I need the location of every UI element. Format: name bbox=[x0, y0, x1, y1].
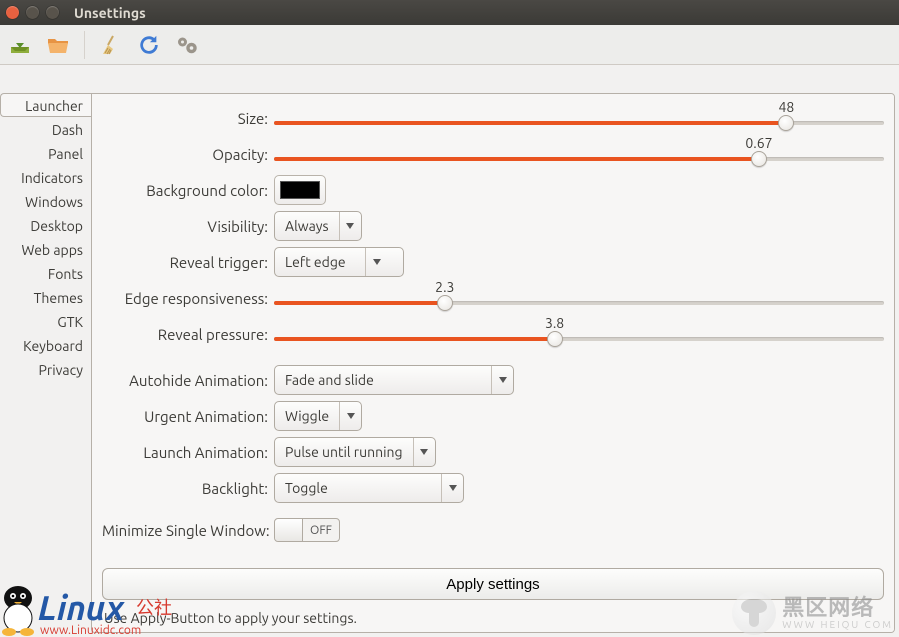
launch-anim-label: Launch Animation: bbox=[102, 444, 274, 461]
opacity-label: Opacity: bbox=[102, 146, 274, 163]
tab-desktop[interactable]: Desktop bbox=[0, 213, 91, 237]
close-icon[interactable] bbox=[6, 6, 19, 19]
urgent-anim-label: Urgent Animation: bbox=[102, 408, 274, 425]
tab-panel[interactable]: Panel bbox=[0, 141, 91, 165]
backlight-label: Backlight: bbox=[102, 480, 274, 497]
opacity-slider[interactable]: 0.67 bbox=[274, 137, 884, 171]
refresh-icon[interactable] bbox=[137, 33, 161, 57]
chevron-down-icon bbox=[491, 366, 513, 394]
backlight-combo[interactable]: Toggle bbox=[274, 473, 464, 503]
tab-fonts[interactable]: Fonts bbox=[0, 261, 91, 285]
toolbar bbox=[0, 25, 899, 65]
reveal-trigger-value: Left edge bbox=[275, 248, 365, 276]
settings-panel: Size: 48 Opacity: bbox=[91, 93, 895, 633]
tab-dash[interactable]: Dash bbox=[0, 117, 91, 141]
reveal-pressure-slider[interactable]: 3.8 bbox=[274, 317, 884, 351]
autohide-anim-label: Autohide Animation: bbox=[102, 372, 274, 389]
size-value: 48 bbox=[778, 99, 794, 115]
minimize-single-label: Minimize Single Window: bbox=[102, 522, 274, 539]
visibility-value: Always bbox=[275, 212, 339, 240]
bgcolor-button[interactable] bbox=[274, 175, 326, 205]
launch-anim-value: Pulse until running bbox=[275, 438, 413, 466]
chevron-down-icon bbox=[441, 474, 463, 502]
visibility-label: Visibility: bbox=[102, 218, 274, 235]
opacity-value: 0.67 bbox=[745, 135, 772, 151]
launch-anim-combo[interactable]: Pulse until running bbox=[274, 437, 436, 467]
bgcolor-swatch bbox=[280, 181, 320, 199]
folder-open-icon[interactable] bbox=[46, 33, 70, 57]
edge-resp-value: 2.3 bbox=[435, 279, 454, 295]
minimize-single-toggle[interactable]: OFF bbox=[274, 518, 340, 542]
minimize-single-value: OFF bbox=[303, 524, 339, 537]
chevron-down-icon bbox=[339, 402, 361, 430]
urgent-anim-value: Wiggle bbox=[275, 402, 339, 430]
reveal-trigger-label: Reveal trigger: bbox=[102, 254, 274, 271]
window-title: Unsettings bbox=[74, 5, 146, 21]
tab-themes[interactable]: Themes bbox=[0, 285, 91, 309]
edge-resp-label: Edge responsiveness: bbox=[102, 290, 274, 307]
urgent-anim-combo[interactable]: Wiggle bbox=[274, 401, 362, 431]
tab-indicators[interactable]: Indicators bbox=[0, 165, 91, 189]
edge-resp-slider[interactable]: 2.3 bbox=[274, 281, 884, 315]
tab-windows[interactable]: Windows bbox=[0, 189, 91, 213]
toolbar-separator bbox=[84, 31, 85, 59]
apply-settings-button[interactable]: Apply settings bbox=[102, 568, 884, 600]
footer-hint: Use Apply-Button to apply your settings. bbox=[102, 610, 884, 626]
tab-privacy[interactable]: Privacy bbox=[0, 357, 91, 381]
size-label: Size: bbox=[102, 110, 274, 127]
autohide-anim-combo[interactable]: Fade and slide bbox=[274, 365, 514, 395]
tab-web-apps[interactable]: Web apps bbox=[0, 237, 91, 261]
tab-keyboard[interactable]: Keyboard bbox=[0, 333, 91, 357]
broom-icon[interactable] bbox=[99, 33, 123, 57]
size-slider[interactable]: 48 bbox=[274, 101, 884, 135]
chevron-down-icon bbox=[365, 248, 387, 276]
backlight-value: Toggle bbox=[275, 474, 441, 502]
chevron-down-icon bbox=[413, 438, 435, 466]
minimize-icon[interactable] bbox=[26, 6, 39, 19]
sidebar: Launcher Dash Panel Indicators Windows D… bbox=[0, 65, 91, 637]
reveal-pressure-value: 3.8 bbox=[545, 315, 564, 331]
gears-icon[interactable] bbox=[175, 33, 199, 57]
reveal-pressure-label: Reveal pressure: bbox=[102, 326, 274, 343]
tab-gtk[interactable]: GTK bbox=[0, 309, 91, 333]
chevron-down-icon bbox=[339, 212, 361, 240]
tab-launcher[interactable]: Launcher bbox=[0, 93, 91, 117]
autohide-anim-value: Fade and slide bbox=[275, 366, 491, 394]
visibility-combo[interactable]: Always bbox=[274, 211, 362, 241]
main-area: Launcher Dash Panel Indicators Windows D… bbox=[0, 65, 899, 637]
reveal-trigger-combo[interactable]: Left edge bbox=[274, 247, 404, 277]
bgcolor-label: Background color: bbox=[102, 182, 274, 199]
titlebar: Unsettings bbox=[0, 0, 899, 25]
import-icon[interactable] bbox=[8, 33, 32, 57]
maximize-icon[interactable] bbox=[46, 6, 59, 19]
